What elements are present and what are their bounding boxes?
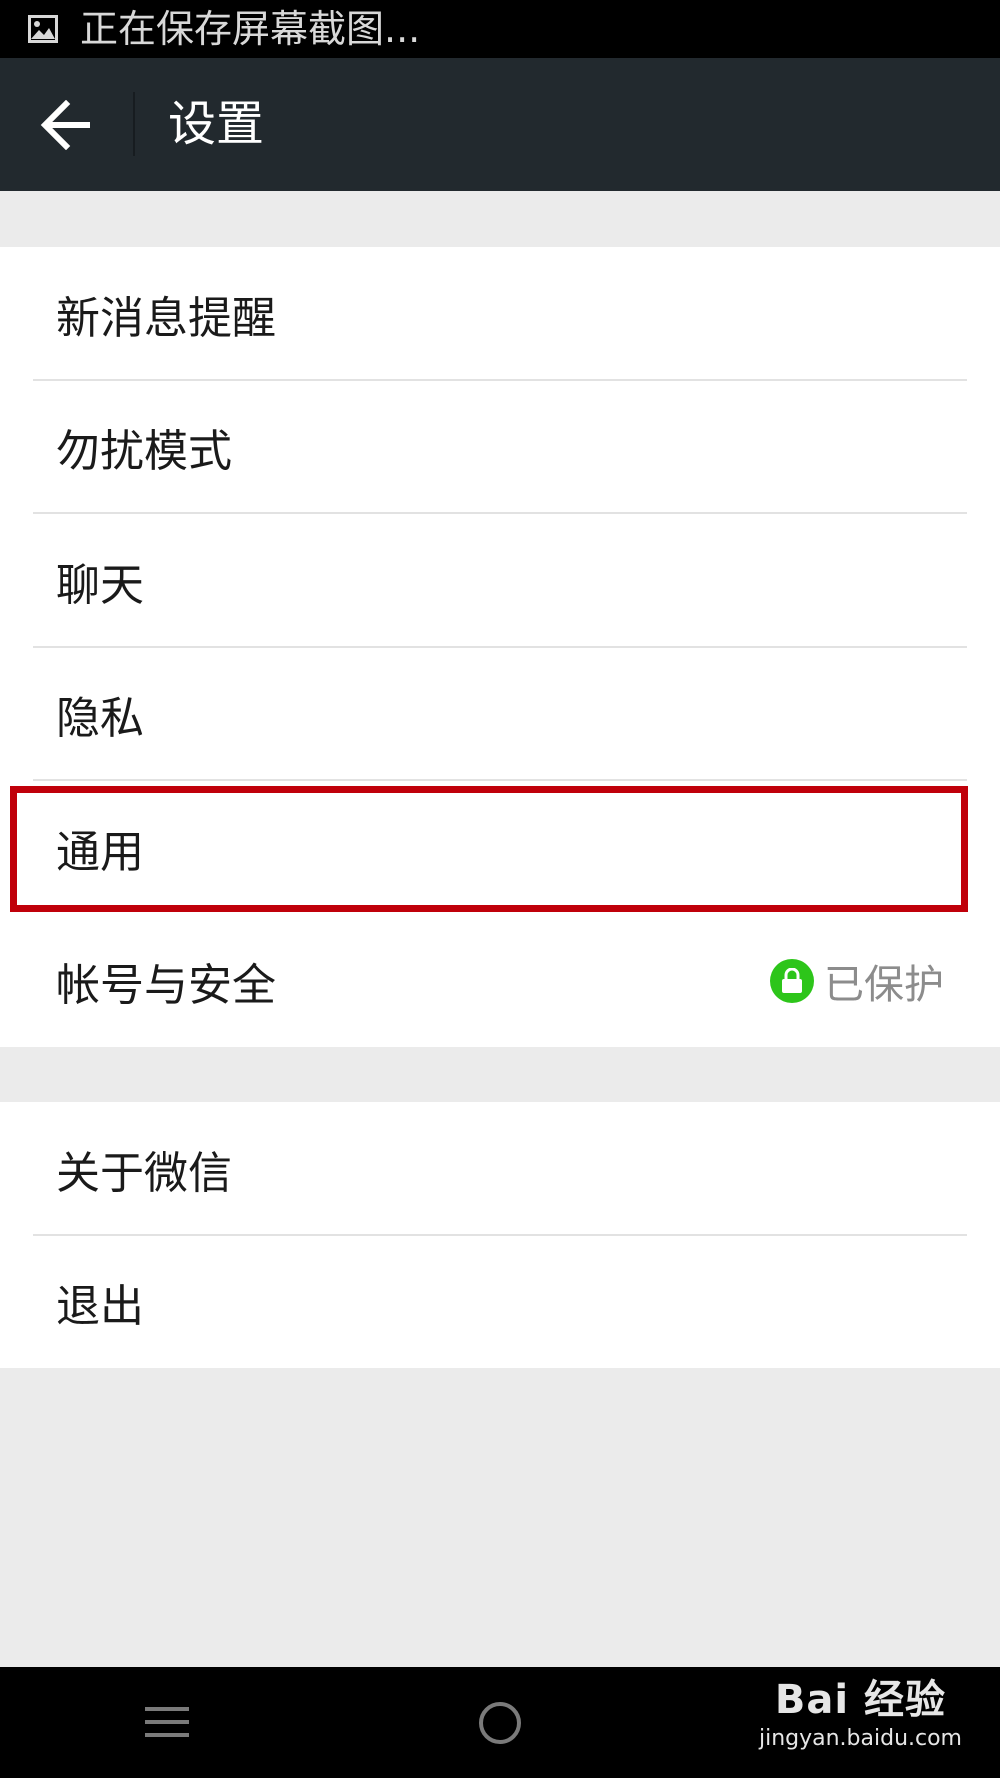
status-bar: 正在保存屏幕截图... [0,0,1000,58]
settings-item-account-security[interactable]: 帐号与安全 已保护 [0,915,1000,1049]
settings-item-label: 新消息提醒 [56,292,276,344]
settings-group-secondary: 关于微信 退出 [0,1102,1000,1368]
app-header: 设置 [0,58,1000,191]
account-status: 已保护 [770,952,944,1010]
settings-item-label: 隐私 [56,693,144,745]
settings-item-label: 勿扰模式 [56,426,232,478]
page-title: 设置 [168,96,265,152]
image-icon [28,15,58,43]
settings-item-label: 通用 [56,826,144,878]
home-circle-icon[interactable] [477,1700,523,1746]
lock-icon [770,959,814,1004]
settings-item-general[interactable]: 通用 [0,781,1000,915]
status-badge: 已保护 [824,962,944,1009]
settings-item-notifications[interactable]: 新消息提醒 [0,247,1000,381]
settings-group-main: 新消息提醒 勿扰模式 聊天 隐私 通用 帐号与安全 已保护 [0,247,1000,1047]
settings-item-privacy[interactable]: 隐私 [0,648,1000,781]
settings-item-label: 聊天 [56,559,144,611]
status-text: 正在保存屏幕截图... [80,7,421,51]
system-nav-bar: Bai 经验 jingyan.baidu.com [0,1667,1000,1778]
watermark: Bai 经验 jingyan.baidu.com [759,1675,962,1753]
settings-item-about[interactable]: 关于微信 [0,1102,1000,1236]
settings-item-chat[interactable]: 聊天 [0,514,1000,648]
arrow-left-icon[interactable] [40,100,94,150]
settings-item-label: 关于微信 [56,1147,232,1199]
watermark-title: Bai 经验 [774,1677,947,1723]
settings-item-label: 帐号与安全 [56,960,276,1012]
settings-item-do-not-disturb[interactable]: 勿扰模式 [0,381,1000,514]
header-divider [133,92,135,156]
settings-item-label: 退出 [56,1281,144,1333]
menu-icon[interactable] [145,1703,189,1741]
watermark-url: jingyan.baidu.com [758,1726,962,1751]
settings-item-logout[interactable]: 退出 [0,1236,1000,1370]
